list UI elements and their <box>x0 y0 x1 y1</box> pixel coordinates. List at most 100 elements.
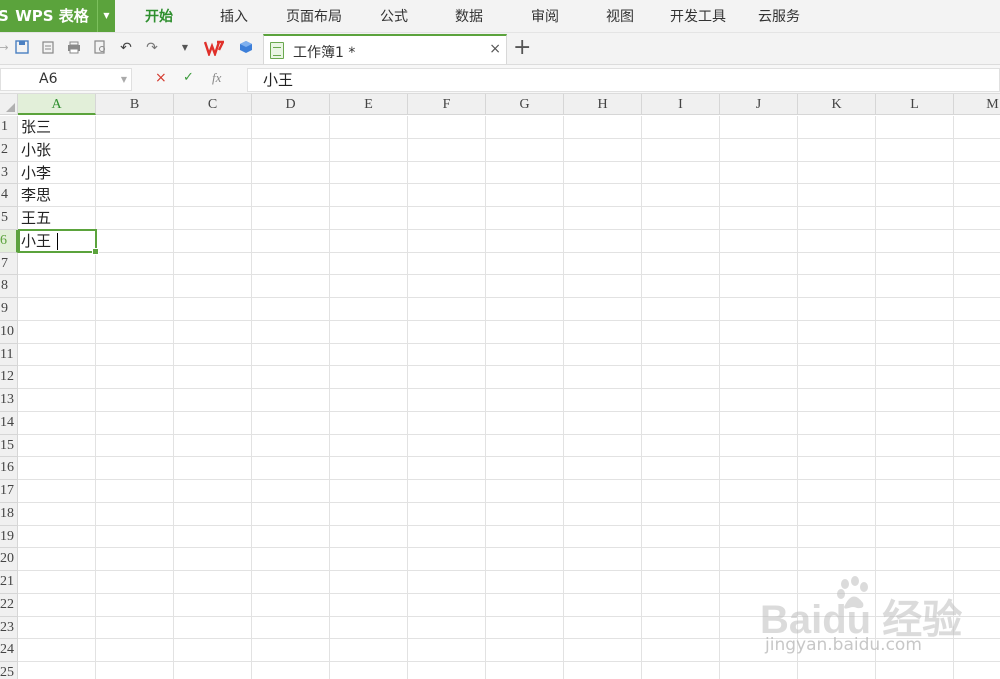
cell-g11[interactable] <box>486 343 564 367</box>
cell-m23[interactable] <box>954 617 1000 640</box>
cell-g3[interactable] <box>486 161 564 185</box>
cell-f1[interactable] <box>408 116 486 139</box>
cell-d19[interactable] <box>252 525 330 549</box>
cell-e6[interactable] <box>330 229 408 253</box>
cell-i11[interactable] <box>642 343 720 367</box>
cell-f18[interactable] <box>408 502 486 526</box>
cell-c6[interactable] <box>174 229 252 253</box>
cell-m7[interactable] <box>954 253 1000 276</box>
row-header-23[interactable]: 23 <box>0 616 18 640</box>
name-box-dropdown-icon[interactable]: ▼ <box>121 69 127 90</box>
cell-i25[interactable] <box>642 662 720 679</box>
cell-k19[interactable] <box>798 525 876 549</box>
cell-g8[interactable] <box>486 275 564 298</box>
cell-b18[interactable] <box>96 502 174 526</box>
cell-b25[interactable] <box>96 662 174 679</box>
cell-m15[interactable] <box>954 435 1000 458</box>
cell-h24[interactable] <box>564 639 642 662</box>
cell-d13[interactable] <box>252 389 330 412</box>
row-header-22[interactable]: 22 <box>0 593 18 617</box>
cell-c12[interactable] <box>174 366 252 389</box>
print-preview-icon[interactable] <box>92 40 108 56</box>
cell-f15[interactable] <box>408 434 486 458</box>
cell-h22[interactable] <box>564 593 642 617</box>
column-header-g[interactable]: G <box>486 94 564 115</box>
cell-h19[interactable] <box>564 525 642 549</box>
cell-g16[interactable] <box>486 457 564 480</box>
cell-g13[interactable] <box>486 389 564 412</box>
cell-j16[interactable] <box>720 457 798 480</box>
cell-a18[interactable] <box>18 502 96 526</box>
cell-b13[interactable] <box>96 389 174 412</box>
cell-e9[interactable] <box>330 298 408 321</box>
cell-l4[interactable] <box>876 184 954 207</box>
cell-d8[interactable] <box>252 275 330 298</box>
cell-g24[interactable] <box>486 639 564 662</box>
cell-g4[interactable] <box>486 184 564 207</box>
cell-i14[interactable] <box>642 411 720 435</box>
cell-d7[interactable] <box>252 252 330 276</box>
cell-i7[interactable] <box>642 252 720 276</box>
cell-g1[interactable] <box>486 116 564 139</box>
cell-g25[interactable] <box>486 662 564 679</box>
cell-k1[interactable] <box>798 116 876 139</box>
worksheet-grid[interactable]: ABCDEFGHIJKLM 1 2 3 4 5 6 7 8 9 10 11 12 13 14 15 16 17 1… <box>0 94 1000 679</box>
cell-a16[interactable] <box>18 457 96 480</box>
cell-d10[interactable] <box>252 320 330 344</box>
cell-h14[interactable] <box>564 411 642 435</box>
cell-b2[interactable] <box>96 138 174 162</box>
cloud-cube-icon[interactable] <box>238 40 254 56</box>
cell-e18[interactable] <box>330 502 408 526</box>
menu-formulas[interactable]: 公式 <box>380 0 408 32</box>
cell-h18[interactable] <box>564 502 642 526</box>
row-header-9[interactable]: 9 <box>0 298 18 321</box>
cell-k4[interactable] <box>798 184 876 207</box>
cell-m11[interactable] <box>954 344 1000 367</box>
cell-m17[interactable] <box>954 480 1000 503</box>
cell-g10[interactable] <box>486 320 564 344</box>
cell-m6[interactable] <box>954 230 1000 253</box>
cell-f2[interactable] <box>408 138 486 162</box>
cell-b20[interactable] <box>96 548 174 571</box>
row-header-19[interactable]: 19 <box>0 525 18 549</box>
cell-c24[interactable] <box>174 639 252 662</box>
cancel-edit-icon[interactable]: × <box>155 70 167 86</box>
cell-m19[interactable] <box>954 526 1000 549</box>
row-header-10[interactable]: 10 <box>0 320 18 344</box>
cell-d17[interactable] <box>252 480 330 503</box>
cell-d1[interactable] <box>252 116 330 139</box>
row-header-14[interactable]: 14 <box>0 411 18 435</box>
cell-k10[interactable] <box>798 320 876 344</box>
formula-input[interactable]: 小王 <box>247 68 1000 92</box>
cell-l14[interactable] <box>876 411 954 435</box>
cell-l8[interactable] <box>876 275 954 298</box>
cell-k11[interactable] <box>798 343 876 367</box>
cell-c17[interactable] <box>174 480 252 503</box>
row-header-13[interactable]: 13 <box>0 389 18 412</box>
cell-j18[interactable] <box>720 502 798 526</box>
cell-k20[interactable] <box>798 548 876 571</box>
cell-k21[interactable] <box>798 571 876 594</box>
column-header-b[interactable]: B <box>96 94 174 115</box>
cell-a24[interactable] <box>18 639 96 662</box>
cell-e2[interactable] <box>330 138 408 162</box>
cell-g5[interactable] <box>486 207 564 230</box>
cell-c20[interactable] <box>174 548 252 571</box>
row-header-25[interactable]: 25 <box>0 662 18 679</box>
cell-i10[interactable] <box>642 320 720 344</box>
cell-b6[interactable] <box>96 229 174 253</box>
cell-f16[interactable] <box>408 457 486 480</box>
cell-l21[interactable] <box>876 571 954 594</box>
cell-k24[interactable] <box>798 639 876 662</box>
cell-a5[interactable]: 王五 <box>18 207 96 230</box>
cell-b11[interactable] <box>96 343 174 367</box>
cell-h5[interactable] <box>564 207 642 230</box>
cell-d6[interactable] <box>252 229 330 253</box>
cell-f3[interactable] <box>408 161 486 185</box>
cell-m3[interactable] <box>954 162 1000 185</box>
cell-c21[interactable] <box>174 571 252 594</box>
cell-e10[interactable] <box>330 320 408 344</box>
cell-m13[interactable] <box>954 389 1000 412</box>
cell-m24[interactable] <box>954 639 1000 662</box>
cell-c13[interactable] <box>174 389 252 412</box>
